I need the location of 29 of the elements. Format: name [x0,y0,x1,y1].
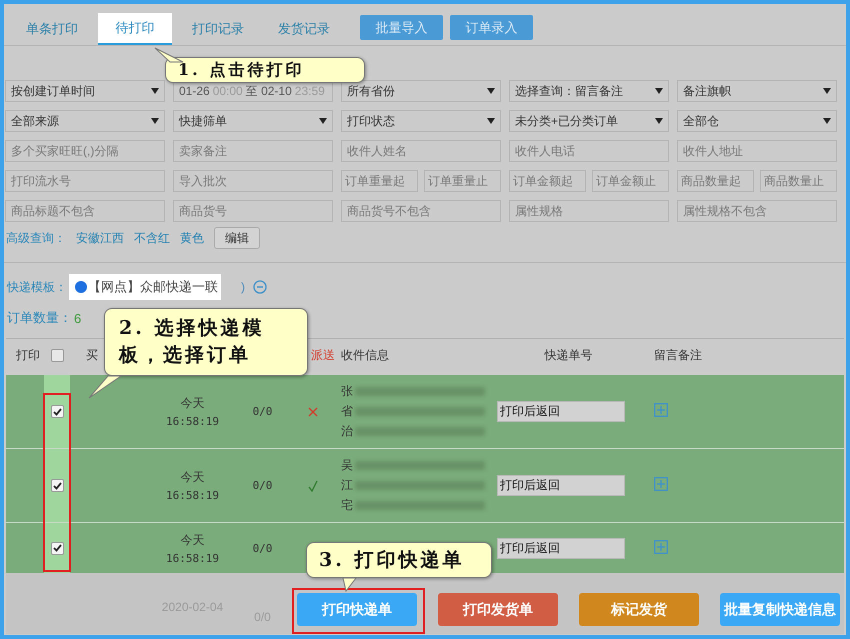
callout-text: 3. 打印快递单 [319,548,464,573]
bracket-text: ) [241,280,245,294]
order-time: 16:58:19 [166,489,219,502]
order-time: 16:58:19 [166,415,219,428]
column-header: 留言备注 [654,348,702,362]
template-label: 快递模板： [7,278,67,296]
quantity-text: 0/0 [252,542,272,554]
order-day: 今天 [180,532,204,548]
order-day: 今天 [180,395,204,412]
order-day: 今天 [180,469,204,486]
quantity-text: 0/0 [252,479,272,492]
column-header: 派送 [311,346,335,364]
recipient-text: 江 [341,477,353,494]
column-header: 买 [86,348,98,362]
recipient-text: 宅 [341,497,353,514]
recipient-text: 治 [341,423,353,440]
order-count: 6 [74,310,82,326]
column-header: 收件信息 [341,348,389,362]
callout-text: 1. 点击待打印 [178,59,304,81]
order-time: 16:58:19 [166,552,219,564]
quantity-text: 0/0 [252,405,272,418]
recipient-text: 省 [341,403,353,420]
recipient-text: 张 [341,383,353,400]
advanced-query-label: 高级查询： [6,230,66,246]
recipient-text: 吴 [341,457,353,474]
callout-text: 2. 选择快递模板，选择订单 [119,316,266,368]
column-header: 打印 [16,348,40,362]
order-count-label: 订单数量： [7,309,72,327]
column-header: 快递单号 [544,346,592,364]
